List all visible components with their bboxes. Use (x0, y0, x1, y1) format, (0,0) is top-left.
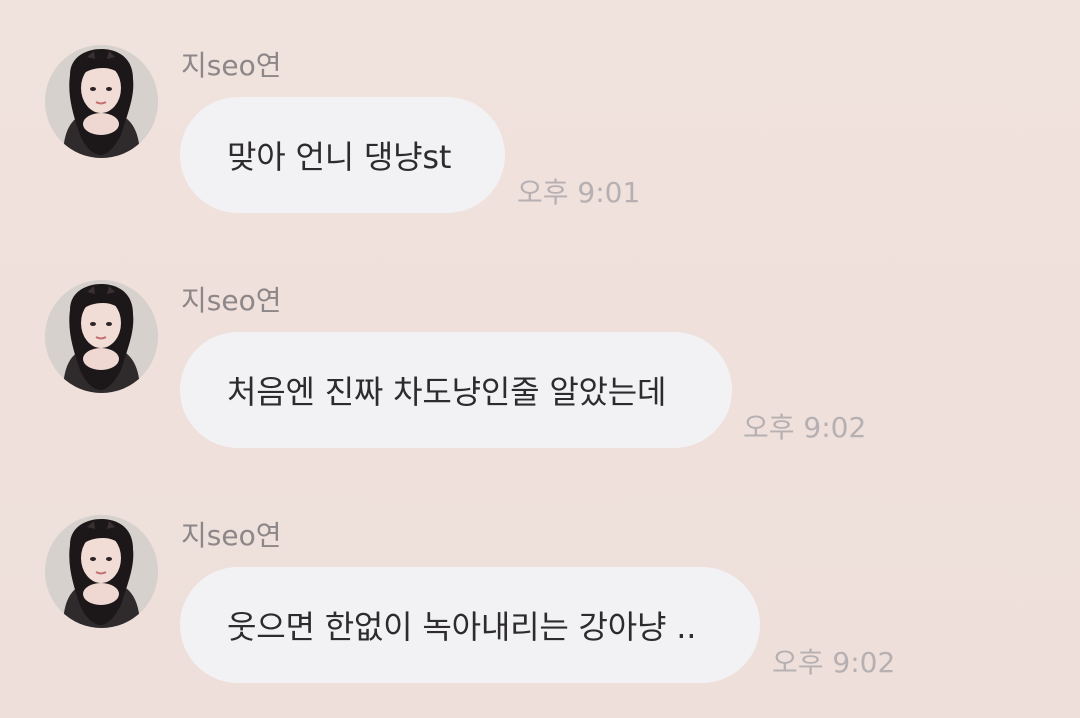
message-bubble[interactable]: 처음엔 진짜 차도냥인줄 알았는데 (180, 332, 732, 448)
message-bubble[interactable]: 웃으면 한없이 녹아내리는 강아냥 .. (180, 567, 760, 683)
message-time: 오후 9:02 (743, 411, 867, 444)
message-text: 처음엔 진짜 차도냥인줄 알았는데 (227, 373, 667, 411)
avatar[interactable] (45, 45, 158, 158)
message-row: 지seo연 웃으면 한없이 녹아내리는 강아냥 .. 오후 9:02 (0, 470, 1080, 683)
message-time: 오후 9:02 (772, 646, 896, 679)
message-bubble[interactable]: 맞아 언니 댕냥st (180, 97, 505, 213)
message-text: 웃으면 한없이 녹아내리는 강아냥 .. (227, 608, 697, 646)
message-row: 지seo연 맞아 언니 댕냥st 오후 9:01 (0, 0, 1080, 213)
chat-area[interactable]: 지seo연 맞아 언니 댕냥st 오후 9:01 지seo연 처음엔 진짜 차도… (0, 0, 1080, 718)
avatar[interactable] (45, 515, 158, 628)
sender-name: 지seo연 (181, 49, 282, 82)
message-text: 맞아 언니 댕냥st (227, 138, 452, 176)
avatar-photo (45, 45, 158, 158)
message-row: 지seo연 처음엔 진짜 차도냥인줄 알았는데 오후 9:02 (0, 235, 1080, 448)
avatar-photo (45, 280, 158, 393)
avatar-photo (45, 515, 158, 628)
sender-name: 지seo연 (181, 284, 282, 317)
avatar[interactable] (45, 280, 158, 393)
sender-name: 지seo연 (181, 519, 282, 552)
message-time: 오후 9:01 (517, 176, 641, 209)
